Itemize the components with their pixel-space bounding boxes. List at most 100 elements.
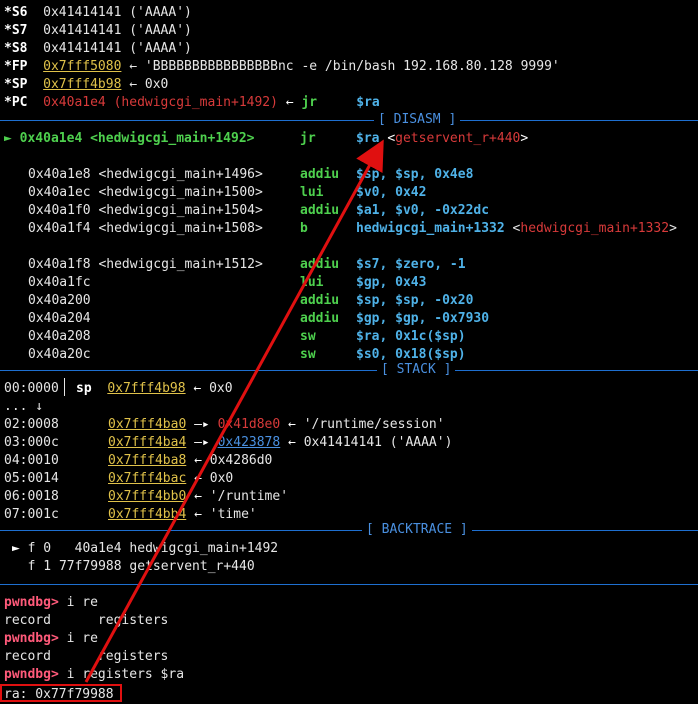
- stack-reg: sp: [76, 381, 92, 396]
- stack-entry: 0x7fff4ba4 —▸ 0x423878 ← 0x41414141 ('AA…: [108, 434, 452, 452]
- console-line: record registers: [4, 649, 169, 664]
- stack-arrow: —▸: [194, 417, 210, 432]
- stack-entry: 0x7fff4bb4 ← 'time': [108, 506, 257, 524]
- disasm-target: hedwigcgi_main+1332: [520, 221, 670, 236]
- disasm-args: $sp, $sp, -0x20: [356, 293, 474, 308]
- disasm-opcode: sw: [300, 329, 316, 344]
- ra-highlight-box: [0, 684, 122, 702]
- disasm-symbol: <hedwigcgi_main+1504>: [98, 203, 263, 218]
- disasm-opcode: sw: [300, 347, 316, 362]
- disasm-addr: 0x40a1e8: [28, 167, 91, 182]
- backtrace-frame-0: ► f 0 40a1e4 hedwigcgi_main+1492: [12, 541, 279, 556]
- stack-arrow: ←: [194, 489, 202, 504]
- stack-arrow: ←: [288, 435, 296, 450]
- stack-pointer: 0x423878: [217, 435, 281, 450]
- stack-value: '/runtime': [209, 489, 289, 504]
- stack-index: 05:0014: [4, 471, 59, 486]
- console-line: record registers: [4, 613, 169, 628]
- disasm-operands: $sp, $sp, 0x4e8: [356, 166, 473, 184]
- disasm-args: $s7, $zero, -1: [356, 257, 466, 272]
- console-line: pwndbg> i re: [4, 631, 98, 646]
- disasm-args: $gp, $gp, -0x7930: [356, 311, 490, 326]
- disasm-opcode: lui: [300, 185, 324, 200]
- backtrace-separator: [0, 530, 698, 531]
- disasm-symbol: <hedwigcgi_main+1496>: [98, 167, 263, 182]
- console-line: pwndbg> i registers $ra: [4, 667, 185, 682]
- stack-addr: 0x7fff4ba4: [108, 435, 187, 450]
- stack-addr: 0x7fff4bb0: [108, 489, 187, 504]
- disasm-opcode: addiu: [300, 311, 340, 326]
- stack-entry: 0x7fff4bb0 ← '/runtime': [108, 488, 288, 506]
- disasm-operands: $sp, $sp, -0x20: [356, 292, 473, 310]
- disasm-operands: $gp, 0x43: [356, 274, 426, 292]
- disasm-addr: 0x40a1f0: [28, 203, 91, 218]
- disasm-line: 0x40a208: [28, 328, 91, 346]
- disasm-line: 0x40a204: [28, 310, 91, 328]
- disasm-line: 0x40a1fc: [28, 274, 91, 292]
- stack-arrow: ←: [194, 471, 202, 486]
- disasm-addr: 0x40a208: [28, 329, 91, 344]
- stack-arrow: ←: [288, 417, 296, 432]
- stack-value: 0x41414141 ('AAAA'): [303, 435, 453, 450]
- disasm-current-op: jr: [300, 131, 316, 146]
- register-s7: *S7 0x41414141 ('AAAA'): [4, 23, 192, 38]
- stack-addr: 0x7fff4bb4: [108, 507, 187, 522]
- disasm-opcode: addiu: [300, 293, 340, 308]
- disasm-line: 0x40a1f0 <hedwigcgi_main+1504>: [28, 202, 263, 220]
- stack-index: 06:0018: [4, 489, 59, 504]
- disasm-header: [ DISASM ]: [374, 111, 461, 129]
- stack-index: 07:001c: [4, 507, 59, 522]
- stack-arrow: ←: [194, 507, 202, 522]
- disasm-opcode: b: [300, 221, 308, 236]
- register-pc: *PC 0x40a1e4 (hedwigcgi_main+1492) ← jr …: [4, 95, 380, 110]
- disasm-operands: $s7, $zero, -1: [356, 256, 466, 274]
- stack-index: ... ↓: [4, 399, 44, 414]
- stack-addr: 0x7fff4bac: [108, 471, 187, 486]
- disasm-addr: 0x40a204: [28, 311, 91, 326]
- stack-divider: [64, 378, 65, 396]
- disasm-opcode: lui: [300, 275, 324, 290]
- disasm-current-args: $ra <getservent_r+440>: [356, 131, 529, 146]
- stack-value: '/runtime/session': [303, 417, 445, 432]
- stack-value: 0x4286d0: [209, 453, 273, 468]
- stack-entry: sp 0x7fff4b98 ← 0x0: [76, 380, 233, 398]
- register-fp: *FP 0x7fff5080 ← 'BBBBBBBBBBBBBBBBnc -e …: [4, 59, 560, 74]
- disasm-symbol: <hedwigcgi_main+1512>: [98, 257, 263, 272]
- disasm-opcode: addiu: [300, 203, 340, 218]
- disasm-args: $gp, 0x43: [356, 275, 427, 290]
- stack-addr: 0x7fff4ba0: [108, 417, 187, 432]
- disasm-line: 0x40a1f8 <hedwigcgi_main+1512>: [28, 256, 263, 274]
- disasm-symbol: <hedwigcgi_main+1500>: [98, 185, 263, 200]
- disasm-current-line: ► 0x40a1e4 <hedwigcgi_main+1492>: [4, 131, 255, 146]
- stack-index: 03:000c: [4, 435, 59, 450]
- disasm-opcode: addiu: [300, 257, 340, 272]
- register-s6: *S6 0x41414141 ('AAAA'): [4, 5, 192, 20]
- backtrace-header: [ BACKTRACE ]: [362, 521, 472, 539]
- stack-arrow: ←: [193, 381, 202, 396]
- console-separator: [0, 584, 698, 585]
- backtrace-frame-1: f 1 77f79988 getservent_r+440: [27, 559, 255, 574]
- disasm-line: 0x40a1f4 <hedwigcgi_main+1508>: [28, 220, 263, 238]
- disasm-operands: $v0, 0x42: [356, 184, 426, 202]
- stack-addr: 0x7fff4b98: [107, 381, 186, 396]
- stack-value: 0x0: [209, 471, 234, 486]
- stack-value: 0x0: [209, 381, 233, 396]
- stack-pointer: 0x41d8e0: [217, 417, 281, 432]
- disasm-args: $a1, $v0, -0x22dc: [356, 203, 490, 218]
- disasm-addr: 0x40a1f8: [28, 257, 91, 272]
- stack-value: 'time': [209, 507, 257, 522]
- disasm-operands: $ra, 0x1c($sp): [356, 328, 466, 346]
- disasm-operands: $a1, $v0, -0x22dc: [356, 202, 489, 220]
- disasm-operands: hedwigcgi_main+1332 <hedwigcgi_main+1332…: [356, 221, 677, 236]
- disasm-line: 0x40a200: [28, 292, 91, 310]
- disasm-args: $sp, $sp, 0x4e8: [356, 167, 474, 182]
- stack-separator: [0, 370, 698, 371]
- disasm-opcode: addiu: [300, 167, 340, 182]
- stack-header: [ STACK ]: [377, 361, 456, 379]
- disasm-addr: 0x40a1fc: [28, 275, 91, 290]
- stack-index: 02:0008: [4, 417, 59, 432]
- disasm-line: 0x40a1e8 <hedwigcgi_main+1496>: [28, 166, 263, 184]
- stack-arrow: ←: [194, 453, 202, 468]
- disasm-args: $v0, 0x42: [356, 185, 427, 200]
- disasm-args: hedwigcgi_main+1332: [356, 221, 505, 236]
